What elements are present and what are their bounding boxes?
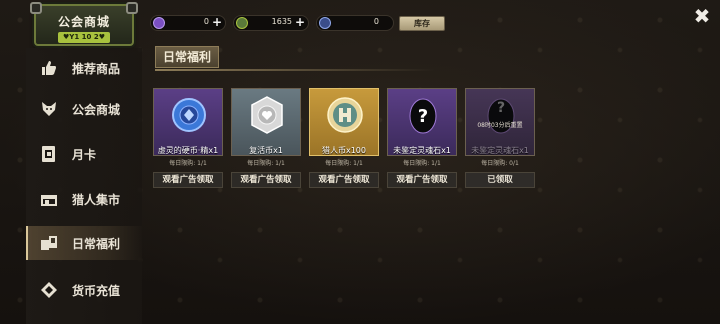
card-purchase-limit: 每日限购: 0/1 — [481, 160, 519, 167]
claimed-button: 已领取 — [465, 172, 535, 188]
currency-crystal: 0 — [316, 15, 394, 31]
reward-card: ? 未鉴定灵魂石x1 每日限购: 1/1 观看广告领取 — [387, 88, 457, 190]
watch-ad-button[interactable]: 观看广告领取 — [387, 172, 457, 188]
sidebar-item-label: 货币充值 — [72, 283, 121, 298]
currency-crystal-value: 0 — [373, 17, 379, 26]
page-title: 公会商城 — [57, 15, 110, 29]
card-face[interactable]: 猎人币x100 — [309, 88, 379, 156]
watch-ad-button[interactable]: 观看广告领取 — [309, 172, 379, 188]
currency-gem-value: 0 — [203, 17, 209, 26]
section-title: 日常福利 — [155, 46, 219, 68]
sidebar-item-guild-shop[interactable]: 公会商城 — [26, 92, 142, 126]
add-coin-button[interactable]: + — [295, 15, 305, 29]
card-name: 猎人币x100 — [321, 146, 366, 155]
card-purchase-limit: 每日限购: 1/1 — [247, 160, 285, 167]
sidebar-item-recommended[interactable]: 推荐商品 — [26, 51, 142, 85]
reset-timer: 08时03分后重置 — [477, 122, 523, 129]
card-name: 复活币x1 — [249, 146, 283, 155]
card-face[interactable]: ? 未鉴定灵魂石x1 — [387, 88, 457, 156]
green-coin-icon — [236, 17, 248, 29]
currency-gem: 0 + — [150, 15, 226, 31]
sidebar-item-label: 推荐商品 — [72, 61, 121, 76]
card-face[interactable]: 虚灵的硬币·精x1 — [153, 88, 223, 156]
daily-cards-icon — [40, 234, 58, 252]
blue-crystal-icon — [319, 17, 331, 29]
card-icon — [40, 145, 58, 163]
svg-text:?: ? — [418, 106, 428, 127]
sidebar-item-label: 猎人集市 — [72, 192, 121, 207]
card-face: ? 08时03分后重置 未鉴定灵魂石x1 — [465, 88, 535, 156]
watch-ad-button[interactable]: 观看广告领取 — [153, 172, 223, 188]
thumbs-up-icon — [40, 59, 58, 77]
guild-level-badge: ♥Y1 10 2♥ — [58, 32, 110, 43]
sidebar-item-label: 月卡 — [72, 147, 97, 162]
sidebar-item-daily-welfare[interactable]: 日常福利 — [26, 226, 142, 260]
card-purchase-limit: 每日限购: 1/1 — [325, 160, 363, 167]
mystery-egg-icon: ? — [487, 98, 515, 134]
card-purchase-limit: 每日限购: 1/1 — [403, 160, 441, 167]
mystery-egg-icon: ? — [409, 98, 437, 134]
diamond-currency-icon — [40, 281, 58, 299]
sidebar-item-label: 公会商城 — [72, 102, 121, 117]
reward-card: ? 08时03分后重置 未鉴定灵魂石x1 每日限购: 0/1 已领取 — [465, 88, 535, 190]
sidebar: 推荐商品 公会商城 月卡 猎人集市 日常福利 货币充值 — [26, 48, 142, 324]
close-icon[interactable]: ✖ — [692, 6, 712, 26]
stock-button[interactable]: 库存 — [399, 16, 445, 31]
add-gem-button[interactable]: + — [212, 15, 222, 29]
revive-coin-icon — [251, 96, 283, 134]
card-face[interactable]: 复活币x1 — [231, 88, 301, 156]
reward-card: 复活币x1 每日限购: 1/1 观看广告领取 — [231, 88, 301, 190]
svg-text:?: ? — [497, 100, 505, 116]
blue-coin-icon — [172, 98, 206, 132]
reward-card: 猎人币x100 每日限购: 1/1 观看广告领取 — [309, 88, 379, 190]
card-name: 未鉴定灵魂石x1 — [393, 146, 451, 155]
currency-coin-value: 1635 — [271, 17, 292, 26]
sidebar-item-currency-topup[interactable]: 货币充值 — [26, 273, 142, 307]
market-stall-icon — [40, 190, 58, 208]
sidebar-item-monthly-card[interactable]: 月卡 — [26, 137, 142, 171]
sidebar-item-label: 日常福利 — [72, 236, 121, 251]
sidebar-item-hunter-market[interactable]: 猎人集市 — [26, 182, 142, 216]
guild-crest: 公会商城 ♥Y1 10 2♥ — [30, 2, 138, 46]
reward-card: 虚灵的硬币·精x1 每日限购: 1/1 观看广告领取 — [153, 88, 223, 190]
currency-coin: 1635 + — [233, 15, 309, 31]
hunter-coin-icon — [327, 97, 363, 133]
wolf-emblem-icon — [40, 100, 58, 118]
purple-gem-icon — [153, 17, 165, 29]
section-divider — [155, 69, 435, 71]
card-name: 未鉴定灵魂石x1 — [471, 146, 529, 155]
card-name: 虚灵的硬币·精x1 — [157, 146, 219, 155]
card-purchase-limit: 每日限购: 1/1 — [169, 160, 207, 167]
watch-ad-button[interactable]: 观看广告领取 — [231, 172, 301, 188]
